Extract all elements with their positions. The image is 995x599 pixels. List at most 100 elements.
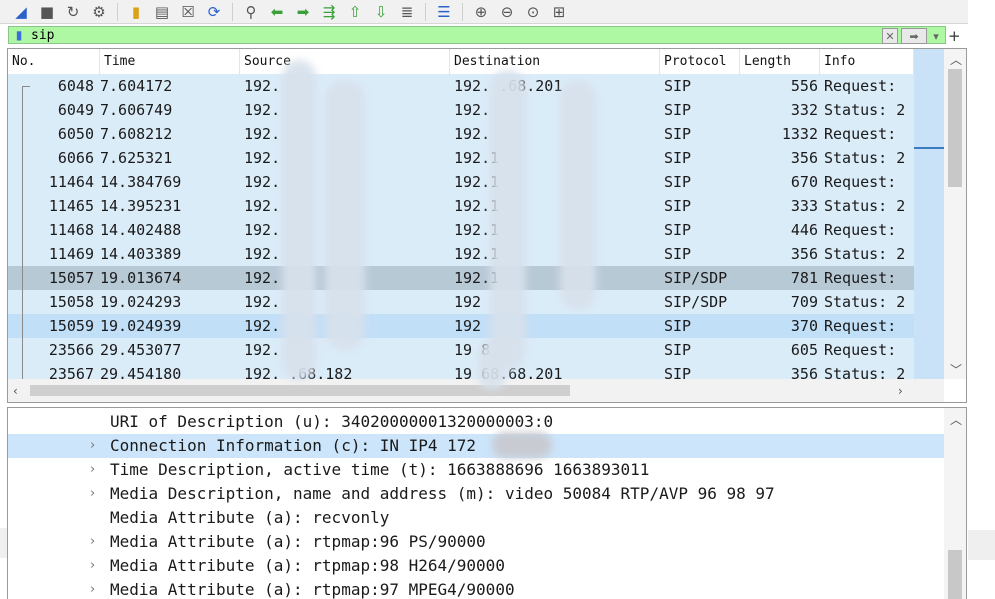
expand-caret-icon[interactable]: › [90, 530, 95, 554]
packet-cell-time: 14.384769 [100, 173, 182, 191]
scroll-down-icon[interactable]: ﹀ [950, 361, 962, 378]
packet-cell-no: 6066 [57, 149, 94, 167]
packet-cell-len: 1332 [781, 125, 818, 143]
packet-cell-len: 709 [790, 293, 818, 311]
stop-icon[interactable]: ■ [36, 2, 58, 22]
shark-fin-icon[interactable]: ◢ [10, 2, 32, 22]
zoom-out-icon[interactable]: ⊖ [496, 2, 518, 22]
expand-caret-icon[interactable]: › [90, 482, 95, 506]
packet-cell-info: Status: 2 [824, 101, 906, 119]
details-scroll-up-icon[interactable]: ︿ [950, 411, 962, 428]
packet-row[interactable]: 15057 19.013674 192. 192.1 SIP/SDP 781 Request… [8, 266, 914, 290]
go-to-packet-icon[interactable]: ⇶ [318, 2, 340, 22]
packet-row[interactable]: 6050 7.608212 192. 192. SIP 1332 Request: [8, 122, 914, 146]
column-header-protocol[interactable]: Protocol [660, 49, 740, 74]
column-header-length[interactable]: Length [740, 49, 820, 74]
clear-filter-icon[interactable]: ✕ [882, 28, 898, 44]
packet-row[interactable]: 23566 29.453077 192. 19 8. SIP 605 Request: [8, 338, 914, 362]
packet-minimap[interactable] [914, 49, 944, 379]
packet-cell-proto: SIP/SDP [664, 293, 728, 311]
detail-tree-item[interactable]: URI of Description (u): 3402000000132000… [8, 410, 938, 434]
packet-cell-proto: SIP [664, 125, 692, 143]
options-gear-icon[interactable]: ⚙ [88, 2, 110, 22]
detail-tree-item[interactable]: › Time Description, active time (t): 1663… [8, 458, 938, 482]
last-packet-icon[interactable]: ⇩ [370, 2, 392, 22]
packet-cell-info: Status: 2 [824, 245, 906, 263]
save-file-icon[interactable]: ▤ [151, 2, 173, 22]
detail-tree-item[interactable]: Media Attribute (a): recvonly [8, 506, 938, 530]
detail-tree-item[interactable]: › Connection Information (c): IN IP4 172 [8, 434, 944, 458]
packet-cell-no: 11465 [48, 197, 94, 215]
toolbar-separator [117, 2, 118, 21]
packet-cell-no: 23566 [48, 341, 94, 359]
restart-icon[interactable]: ↻ [62, 2, 84, 22]
normal-size-icon[interactable]: ⊙ [522, 2, 544, 22]
packet-cell-info: Request: [824, 77, 897, 95]
packet-row[interactable]: 6049 7.606749 192. 192. SIP 332 Status: 2 [8, 98, 914, 122]
packet-row[interactable]: 15058 19.024293 192. 192 SIP/SDP 709 Status: 2 [8, 290, 914, 314]
detail-tree-item[interactable]: › Media Attribute (a): rtpmap:98 H264/900… [8, 554, 938, 578]
packet-cell-len: 670 [790, 173, 818, 191]
open-folder-icon[interactable]: ▮ [125, 2, 147, 22]
detail-text: Media Attribute (a): recvonly [110, 508, 390, 527]
packet-cell-dst: 192.1 [454, 173, 500, 191]
redaction-blur [560, 80, 596, 310]
expand-caret-icon[interactable]: › [90, 434, 95, 458]
packet-row[interactable]: 11465 14.395231 192. 192.1 SIP 333 Status: 2 [8, 194, 914, 218]
packet-row[interactable]: 15059 19.024939 192. 192 SIP 370 Request: [8, 314, 914, 338]
detail-tree-item[interactable]: › Media Description, name and address (m)… [8, 482, 938, 506]
zoom-in-icon[interactable]: ⊕ [470, 2, 492, 22]
display-filter-bar[interactable]: ▮ sip ✕ ➡ ▾ [8, 26, 946, 44]
colorize-icon[interactable]: ☰ [433, 2, 455, 22]
column-header-info[interactable]: Info [820, 49, 914, 74]
scroll-left-icon[interactable]: ‹ [13, 384, 18, 398]
bookmark-icon[interactable]: ▮ [11, 28, 27, 42]
expand-caret-icon[interactable]: › [90, 458, 95, 482]
reload-icon[interactable]: ⟳ [203, 2, 225, 22]
packet-row[interactable]: 6048 7.604172 192. 192. .68.201 SIP 556 Reques… [8, 74, 914, 98]
forward-arrow-icon[interactable]: ➡ [292, 2, 314, 22]
column-header-time[interactable]: Time [100, 49, 240, 74]
packet-row[interactable]: 11469 14.403389 192. 192.1 SIP 356 Status: 2 [8, 242, 914, 266]
add-filter-button-icon[interactable]: + [948, 27, 961, 45]
packet-cell-dst: 192. [454, 101, 491, 119]
find-icon[interactable]: ⚲ [240, 2, 262, 22]
detail-text: Media Attribute (a): rtpmap:97 MPEG4/900… [110, 580, 515, 599]
autoscroll-icon[interactable]: ≣ [396, 2, 418, 22]
packet-cell-dst: 192.1 [454, 269, 500, 287]
packet-cell-len: 556 [790, 77, 818, 95]
detail-tree-item[interactable]: › Media Attribute (a): rtpmap:96 PS/90000 [8, 530, 938, 554]
packet-cell-no: 15059 [48, 317, 94, 335]
apply-filter-icon[interactable]: ➡ [901, 28, 927, 44]
details-scroll-thumb[interactable] [948, 550, 962, 599]
packet-row[interactable]: 6066 7.625321 192. 192.1 SIP 356 Status: 2 [8, 146, 914, 170]
close-file-icon[interactable]: ☒ [177, 2, 199, 22]
column-header-destination[interactable]: Destination [450, 49, 660, 74]
details-vertical-scrollbar[interactable]: ︿ [944, 408, 966, 599]
scroll-right-icon[interactable]: › [898, 384, 903, 398]
resize-columns-icon[interactable]: ⊞ [548, 2, 570, 22]
expand-caret-icon[interactable]: › [90, 578, 95, 599]
scroll-up-icon[interactable]: ︿ [950, 51, 962, 68]
packet-cell-len: 370 [790, 317, 818, 335]
expand-caret-icon[interactable]: › [90, 554, 95, 578]
packet-cell-proto: SIP [664, 77, 692, 95]
vertical-scroll-thumb[interactable] [948, 69, 962, 187]
column-header-no[interactable]: No. [8, 49, 100, 74]
packet-list-horizontal-scrollbar[interactable]: ‹ › [8, 379, 944, 402]
back-arrow-icon[interactable]: ⬅ [266, 2, 288, 22]
packet-row[interactable]: 11464 14.384769 192. 192.1 SIP 670 Request: [8, 170, 914, 194]
packet-cell-no: 11468 [48, 221, 94, 239]
packet-cell-time: 7.604172 [100, 77, 173, 95]
packet-list-vertical-scrollbar[interactable]: ︿ ﹀ [944, 49, 966, 379]
packet-cell-no: 11464 [48, 173, 94, 191]
packet-cell-info: Request: [824, 269, 897, 287]
detail-tree-item[interactable]: › Media Attribute (a): rtpmap:97 MPEG4/90… [8, 578, 938, 599]
column-header-source[interactable]: Source [240, 49, 450, 74]
redaction-blur [492, 432, 552, 458]
filter-dropdown-icon[interactable]: ▾ [930, 29, 942, 43]
display-filter-input[interactable]: sip [31, 28, 54, 43]
packet-row[interactable]: 11468 14.402488 192. 192.1 SIP 446 Request: [8, 218, 914, 242]
first-packet-icon[interactable]: ⇧ [344, 2, 366, 22]
window-edge [968, 530, 995, 560]
